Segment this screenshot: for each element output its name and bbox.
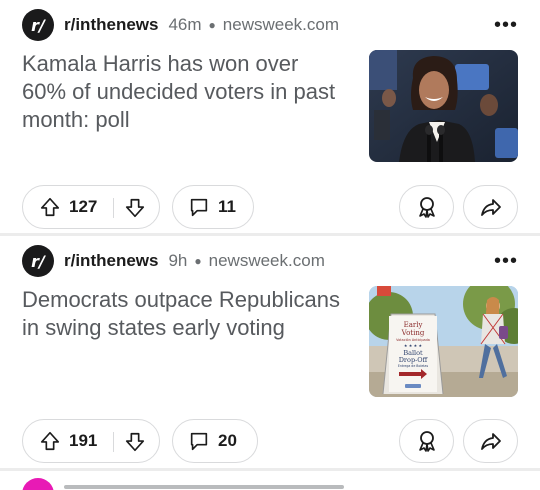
subreddit-name[interactable]: r/inthenews [64,15,158,35]
more-horizontal-icon[interactable]: ••• [494,8,518,42]
post-domain[interactable]: newsweek.com [209,251,325,271]
photo-early-voting-sign: Early Voting Votación Anticipada ★ ★ ★ ★… [369,286,518,397]
photo-woman-smiling-at-podium [369,50,518,162]
comment-bubble-icon [190,198,208,217]
share-button[interactable] [463,185,518,229]
share-arrow-icon [480,433,501,450]
vote-control: 191 [22,419,160,463]
post-title[interactable]: Democrats outpace Republicans in swing s… [22,286,342,342]
sign-text-votacion: Votación Anticipada [396,338,430,342]
vote-count: 191 [69,431,98,450]
comment-bubble-icon [190,432,208,451]
next-post-meta-cutoff [64,481,364,490]
arrow-up-icon[interactable] [39,430,61,452]
post-actions: 127 11 [22,185,518,229]
sign-stars: ★ ★ ★ ★ [404,343,423,348]
meta-separator: ● [208,18,216,32]
subreddit-avatar[interactable]: r/ [22,9,54,41]
post-domain[interactable]: newsweek.com [223,15,339,35]
subreddit-name[interactable]: r/inthenews [64,251,158,271]
vote-divider [113,432,114,452]
award-ribbon-icon [418,197,435,218]
arrow-down-icon[interactable] [124,197,146,219]
sign-text-entrega: Entrega de Boletas [398,364,429,368]
award-button[interactable] [399,419,454,463]
more-horizontal-icon[interactable]: ••• [494,244,518,278]
vote-divider [113,198,114,218]
post-meta: r/ r/inthenews 9h ● newsweek.com [22,244,325,278]
next-post-avatar[interactable] [22,478,54,490]
post-thumbnail[interactable]: Early Voting Votación Anticipada ★ ★ ★ ★… [369,286,518,397]
meta-separator: ● [194,254,202,268]
post-meta: r/ r/inthenews 46m ● newsweek.com [22,8,339,42]
vote-count: 127 [69,197,98,216]
award-button[interactable] [399,185,454,229]
post-time: 9h [168,251,188,270]
share-arrow-icon [480,199,501,216]
sign-text-voting: Voting [401,329,425,337]
post-card[interactable]: r/ r/inthenews 46m ● newsweek.com ••• Ka… [0,0,540,233]
post-time: 46m [168,15,202,34]
award-ribbon-icon [418,431,435,452]
arrow-up-icon[interactable] [39,196,61,218]
post-title[interactable]: Kamala Harris has won over 60% of undeci… [22,50,342,134]
comments-button[interactable]: 20 [172,419,258,463]
sign-text-dropoff: Drop-Off [399,356,429,364]
post-actions: 191 20 [22,419,518,463]
comments-button[interactable]: 11 [172,185,254,229]
sign-text-early: Early [404,321,423,329]
share-button[interactable] [463,419,518,463]
post-card[interactable]: r/ r/inthenews 9h ● newsweek.com ••• Dem… [0,236,540,466]
vote-control: 127 [22,185,160,229]
comment-count: 20 [218,431,237,450]
arrow-down-icon[interactable] [124,431,146,453]
post-divider [0,468,540,471]
comment-count: 11 [218,197,236,216]
subreddit-avatar[interactable]: r/ [22,245,54,277]
post-thumbnail[interactable] [369,50,518,162]
